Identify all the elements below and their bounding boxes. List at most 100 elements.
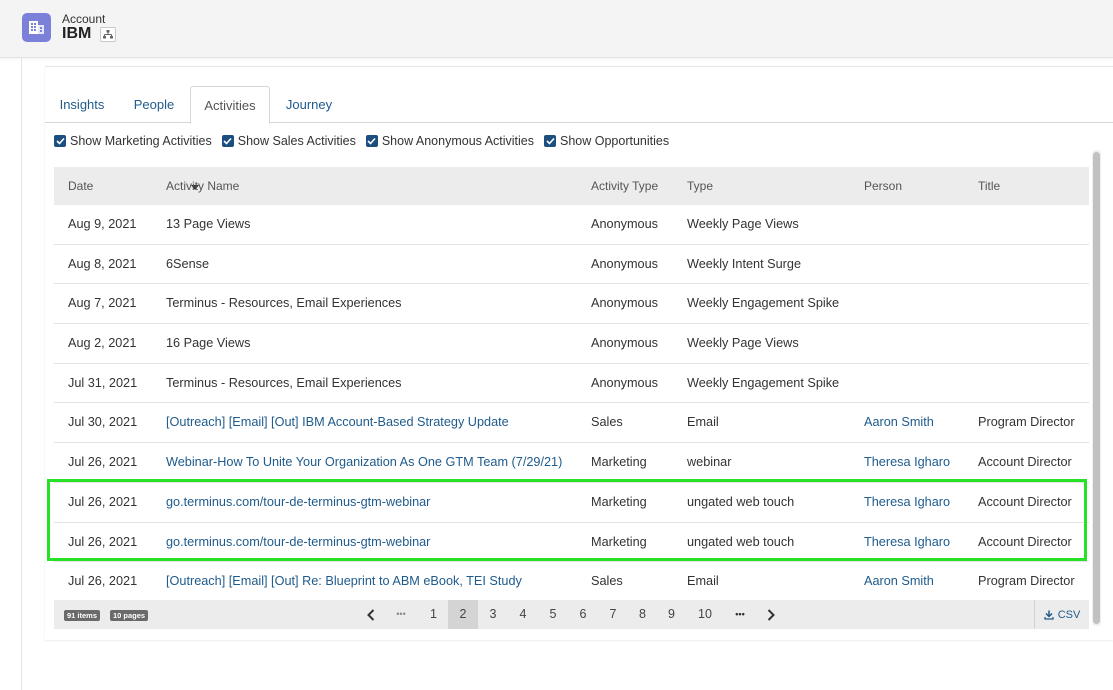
page-6[interactable]: 6: [568, 600, 598, 629]
person-link[interactable]: Theresa Igharo: [864, 443, 950, 482]
page-8[interactable]: 8: [628, 600, 657, 629]
cell-type: Email: [687, 415, 719, 430]
next-page-button[interactable]: [758, 600, 784, 629]
page-3[interactable]: 3: [478, 600, 508, 629]
activity-name-link[interactable]: [Outreach] [Email] [Out] IBM Account-Bas…: [166, 403, 509, 442]
filter-label: Show Anonymous Activities: [381, 134, 535, 148]
cell-type: Weekly Engagement Spike: [687, 375, 840, 390]
person-link[interactable]: Aaron Smith: [864, 562, 934, 601]
page-1[interactable]: 1: [419, 600, 448, 629]
ellipsis-next[interactable]: •••: [726, 600, 754, 629]
checkbox-checked-icon[interactable]: [544, 135, 557, 147]
tab-insights[interactable]: Insights: [47, 86, 117, 123]
filter-label: Show Sales Activities: [237, 134, 356, 148]
account-name: IBM: [62, 25, 92, 42]
checkbox-checked-icon[interactable]: [221, 135, 234, 147]
page-9[interactable]: 9: [657, 600, 686, 629]
cell-date: Jul 26, 2021: [68, 534, 138, 549]
cell-activity-name: Terminus - Resources, Email Experiences: [166, 296, 402, 311]
hierarchy-icon[interactable]: [100, 27, 116, 42]
cell-activity-type: Anonymous: [591, 336, 658, 351]
page-2[interactable]: 2: [448, 600, 478, 629]
person-link[interactable]: Theresa Igharo: [864, 523, 950, 562]
table-row: Aug 2, 2021 16 Page Views Anonymous Week…: [54, 324, 1089, 364]
cell-date: Jul 26, 2021: [68, 494, 138, 509]
cell-activity-name: Terminus - Resources, Email Experiences: [166, 375, 402, 390]
person-link[interactable]: Aaron Smith: [864, 403, 934, 442]
left-divider: [21, 58, 22, 690]
scrollbar-thumb[interactable]: [1093, 152, 1100, 624]
pages-count-badge: 10 pages: [110, 610, 149, 621]
chevron-left-icon: [367, 608, 375, 621]
cell-type: ungated web touch: [687, 494, 795, 509]
table-row: Aug 9, 2021 13 Page Views Anonymous Week…: [54, 205, 1089, 245]
column-header-title[interactable]: Title: [978, 167, 1000, 205]
activity-filters: Show Marketing Activities Show Sales Act…: [54, 132, 679, 150]
cell-activity-type: Marketing: [591, 534, 647, 549]
prev-page-button[interactable]: [358, 600, 384, 629]
filter-marketing-activities[interactable]: Show Marketing Activities: [54, 134, 212, 148]
cell-type: Weekly Intent Surge: [687, 256, 802, 271]
vertical-scrollbar[interactable]: [1092, 150, 1101, 626]
cell-type: ungated web touch: [687, 534, 795, 549]
cell-activity-type: Sales: [591, 574, 623, 589]
column-header-type[interactable]: Type: [687, 167, 713, 205]
account-header: Account IBM: [0, 0, 1113, 58]
activity-name-link[interactable]: Webinar-How To Unite Your Organization A…: [166, 443, 562, 482]
cell-date: Aug 9, 2021: [68, 217, 137, 231]
cell-activity-name: 16 Page Views: [166, 336, 251, 351]
cell-date: Jul 31, 2021: [68, 375, 138, 390]
cell-date: Jul 30, 2021: [68, 415, 138, 430]
filter-sales-activities[interactable]: Show Sales Activities: [221, 134, 356, 148]
download-icon: [1044, 610, 1054, 620]
cell-activity-type: Marketing: [591, 455, 647, 470]
person-link[interactable]: Theresa Igharo: [864, 483, 950, 522]
page-7[interactable]: 7: [598, 600, 628, 629]
csv-export-button[interactable]: CSV: [1034, 600, 1089, 629]
cell-activity-type: Anonymous: [591, 256, 658, 271]
cell-activity-type: Anonymous: [591, 375, 658, 390]
cell-title: Program Director: [978, 415, 1075, 430]
column-header-person[interactable]: Person: [864, 167, 902, 205]
table-header: Date Activity Name Activity Type Type Pe…: [54, 167, 1089, 205]
cell-activity-type: Marketing: [591, 494, 647, 509]
cell-activity-type: Sales: [591, 415, 623, 430]
table-row: Aug 7, 2021 Terminus - Resources, Email …: [54, 284, 1089, 325]
ellipsis-prev[interactable]: •••: [388, 600, 414, 629]
table-row: Jul 26, 2021 Webinar-How To Unite Your O…: [54, 443, 1089, 483]
table-row: Jul 30, 2021 [Outreach] [Email] [Out] IB…: [54, 403, 1089, 444]
cell-date: Jul 26, 2021: [68, 574, 138, 589]
cell-date: Aug 7, 2021: [68, 296, 137, 311]
tab-people[interactable]: People: [123, 86, 185, 123]
page-4[interactable]: 4: [508, 600, 538, 629]
activity-name-link[interactable]: go.terminus.com/tour-de-terminus-gtm-web…: [166, 483, 430, 522]
table-row: Aug 8, 2021 6Sense Anonymous Weekly Inte…: [54, 245, 1089, 285]
cell-title: Account Director: [978, 455, 1072, 470]
table-row: Jul 26, 2021 go.terminus.com/tour-de-ter…: [54, 523, 1089, 563]
filter-anonymous-activities[interactable]: Show Anonymous Activities: [365, 134, 535, 148]
page-5[interactable]: 5: [538, 600, 568, 629]
tab-activities[interactable]: Activities: [190, 86, 270, 124]
column-header-date[interactable]: Date: [68, 167, 93, 205]
cell-type: Weekly Page Views: [687, 217, 799, 231]
filter-opportunities[interactable]: Show Opportunities: [544, 134, 669, 148]
column-header-activity-type[interactable]: Activity Type: [591, 167, 658, 205]
cell-type: webinar: [687, 455, 732, 470]
cell-type: Email: [687, 574, 719, 589]
checkbox-checked-icon[interactable]: [54, 135, 66, 147]
page-10[interactable]: 10: [688, 600, 722, 629]
chevron-right-icon: [767, 608, 775, 621]
tab-journey[interactable]: Journey: [276, 86, 342, 123]
column-header-activity-name[interactable]: Activity Name: [166, 167, 239, 205]
activities-table: Date Activity Name Activity Type Type Pe…: [54, 167, 1089, 602]
activity-name-link[interactable]: [Outreach] [Email] [Out] Re: Blueprint t…: [166, 562, 522, 601]
cell-type: Weekly Engagement Spike: [687, 296, 840, 311]
checkbox-checked-icon[interactable]: [365, 135, 378, 147]
cell-title: Account Director: [978, 494, 1072, 509]
activity-name-link[interactable]: go.terminus.com/tour-de-terminus-gtm-web…: [166, 523, 430, 562]
cell-date: Aug 8, 2021: [68, 256, 137, 271]
csv-label: CSV: [1057, 608, 1081, 621]
table-row: Jul 26, 2021 go.terminus.com/tour-de-ter…: [54, 483, 1089, 523]
cell-activity-type: Anonymous: [591, 296, 658, 311]
cell-type: Weekly Page Views: [687, 336, 799, 351]
